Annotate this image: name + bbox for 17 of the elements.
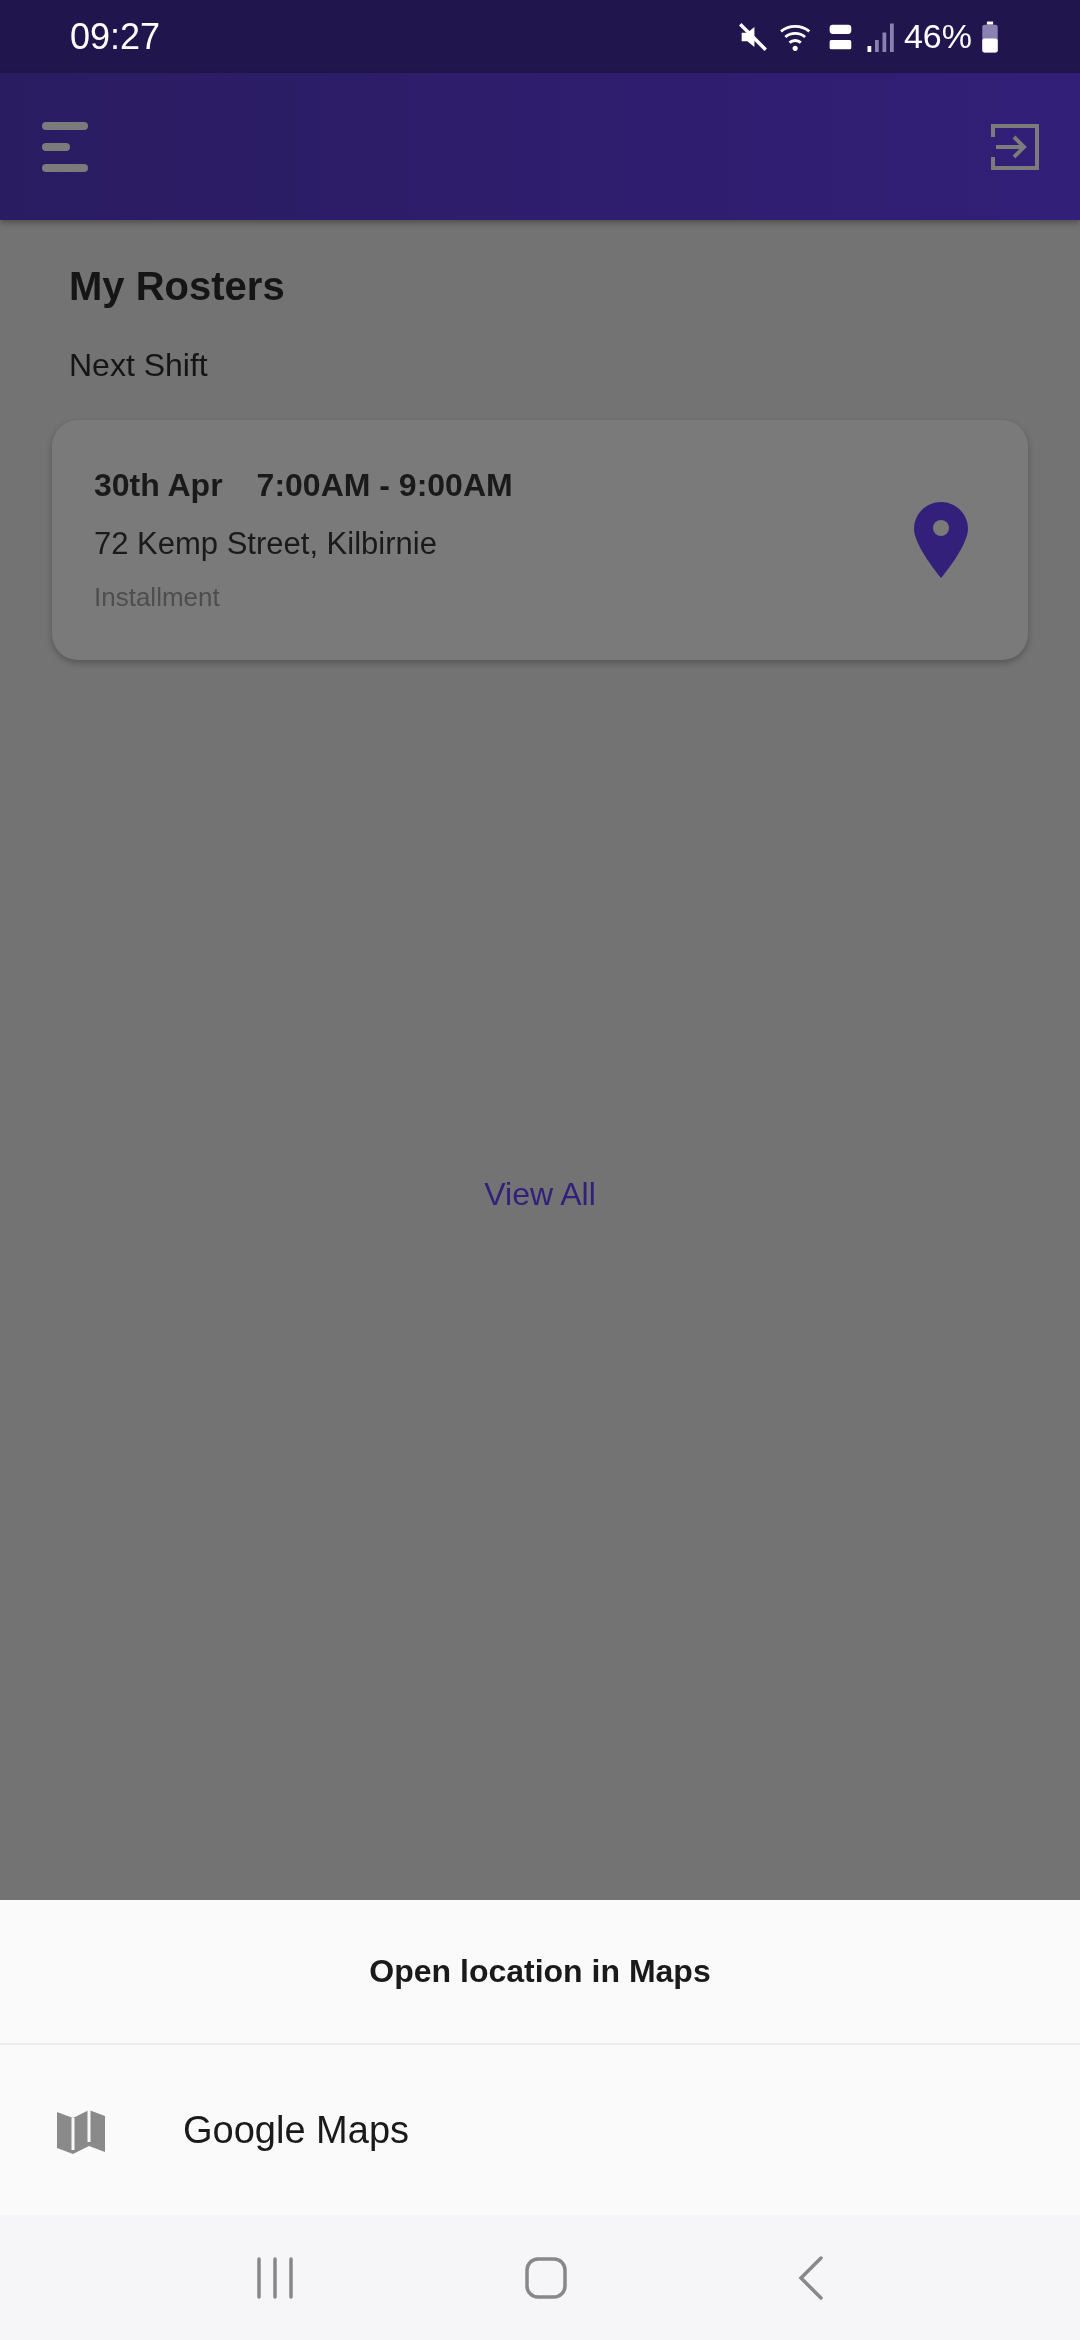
shift-time: 7:00AM - 9:00AM <box>256 467 513 504</box>
battery-icon <box>980 19 1000 54</box>
home-icon[interactable] <box>525 2256 567 2299</box>
back-icon[interactable] <box>797 2255 825 2300</box>
page-title: My Rosters <box>69 264 286 309</box>
recent-apps-icon[interactable] <box>255 2256 295 2299</box>
shift-address: 72 Kemp Street, Kilbirnie <box>94 526 438 562</box>
shift-date: 30th Apr <box>94 467 223 504</box>
location-pin-icon[interactable] <box>914 502 968 578</box>
view-all-link[interactable]: View All <box>484 1176 596 1212</box>
menu-icon[interactable] <box>42 119 90 174</box>
battery-percent: 46% <box>903 17 972 56</box>
clock-time: 09:27 <box>70 15 161 58</box>
sheet-title: Open location in Maps <box>0 1900 1080 2045</box>
section-heading: Next Shift <box>69 347 209 384</box>
map-app-option[interactable]: Google Maps <box>0 2045 1080 2215</box>
logout-icon[interactable] <box>990 122 1040 171</box>
